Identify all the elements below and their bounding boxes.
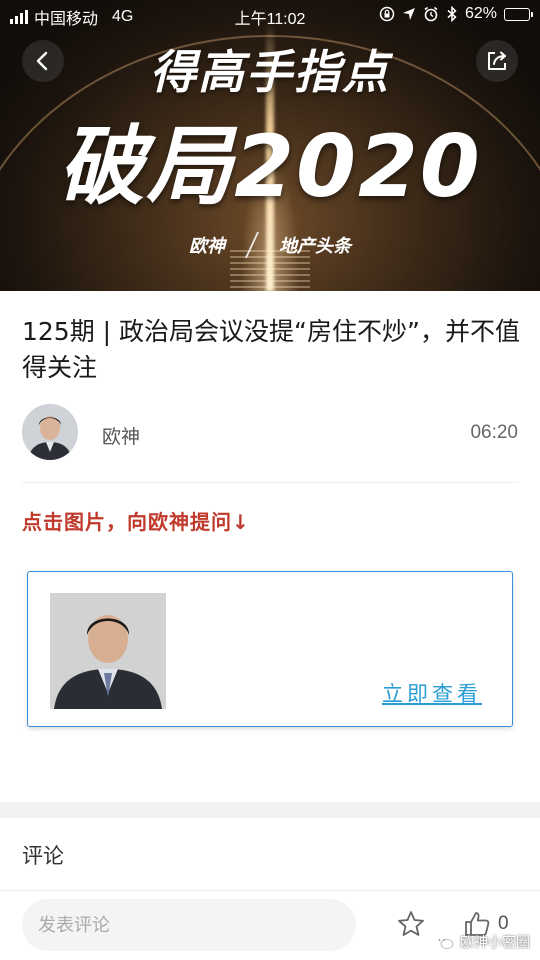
card-portrait bbox=[50, 593, 166, 709]
screen-lock-icon bbox=[379, 6, 395, 22]
location-icon bbox=[402, 8, 415, 20]
bluetooth-icon bbox=[447, 6, 457, 22]
share-button[interactable] bbox=[476, 40, 518, 82]
banner-tags: 欧神 地产头条 bbox=[0, 232, 540, 258]
article-title: 125期 | 政治局会议没提“房住不炒”，并不值得关注 bbox=[22, 317, 520, 382]
banner-tag-author: 欧神 bbox=[189, 236, 225, 257]
author-name[interactable]: 欧神 bbox=[102, 422, 140, 449]
avatar-portrait bbox=[22, 404, 78, 460]
share-icon bbox=[488, 51, 506, 70]
banner-title-line1: 得高手指点 bbox=[150, 45, 390, 99]
alarm-icon bbox=[424, 6, 438, 22]
header-banner: 得高手指点 破局2020 欧神 地产头条 bbox=[0, 0, 540, 291]
section-separator bbox=[0, 802, 540, 818]
star-icon[interactable] bbox=[396, 909, 426, 939]
view-now-link[interactable]: 立即查看 bbox=[382, 678, 482, 708]
author-row: 欧神 06:20 bbox=[22, 404, 518, 462]
ask-question-card[interactable]: 立即查看 bbox=[27, 571, 513, 727]
chevron-left-icon bbox=[36, 51, 48, 71]
author-avatar[interactable] bbox=[22, 404, 78, 460]
banner-tag-separator bbox=[244, 232, 260, 258]
banner-tag-column: 地产头条 bbox=[279, 236, 351, 257]
status-right: 62% bbox=[379, 5, 533, 23]
card-photo[interactable] bbox=[50, 593, 166, 709]
status-bar: 中国移动 4G 上午11:02 62% bbox=[0, 0, 540, 30]
divider bbox=[22, 482, 518, 483]
banner-title-line2: 破局2020 bbox=[58, 117, 482, 217]
watermark-text: 欧神小密圈 bbox=[460, 935, 530, 951]
watermark: 欧神小密圈 bbox=[434, 932, 530, 952]
comment-input[interactable] bbox=[22, 899, 356, 951]
ask-question-prompt: 点击图片，向欧神提问↓ bbox=[22, 510, 250, 534]
battery-percent: 62% bbox=[464, 5, 497, 22]
back-button[interactable] bbox=[22, 40, 64, 82]
battery-icon bbox=[504, 7, 533, 21]
audio-duration: 06:20 bbox=[470, 422, 518, 443]
wechat-icon bbox=[435, 935, 454, 949]
comments-heading: 评论 bbox=[22, 844, 64, 868]
